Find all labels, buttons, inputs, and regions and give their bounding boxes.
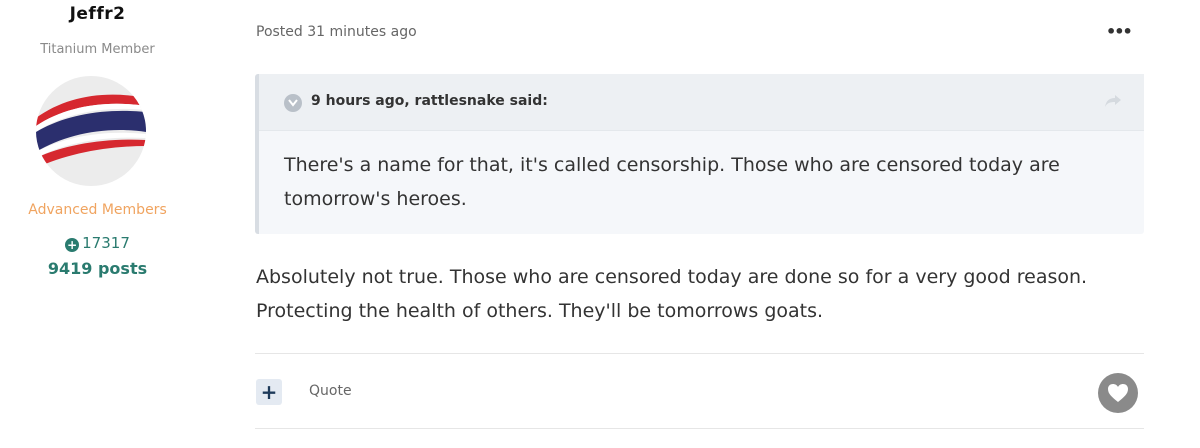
chevron-down-icon[interactable]	[284, 94, 302, 112]
avatar[interactable]	[36, 76, 146, 186]
author-name[interactable]: Jeffr2	[0, 4, 195, 24]
post-count: 9419 posts	[47, 259, 148, 278]
post-timestamp[interactable]: Posted 31 minutes ago	[256, 24, 417, 40]
divider	[255, 428, 1144, 429]
quote-button[interactable]: Quote	[309, 383, 352, 399]
reputation-plus-icon: +	[65, 238, 80, 252]
author-group: Advanced Members	[28, 202, 167, 218]
reputation: +17317	[0, 234, 195, 252]
quote-text: There's a name for that, it's called cen…	[284, 154, 1060, 210]
author-title: Titanium Member	[40, 42, 155, 57]
divider	[255, 353, 1144, 354]
heart-icon[interactable]	[1098, 373, 1138, 413]
reaction-plus-button[interactable]: +	[256, 379, 282, 405]
reputation-count: 17317	[82, 234, 130, 252]
quote-header: 9 hours ago, rattlesnake said:	[259, 74, 1144, 131]
post-body: Absolutely not true. Those who are censo…	[256, 266, 1088, 322]
quote-block: 9 hours ago, rattlesnake said: There's a…	[255, 74, 1144, 234]
quote-citation[interactable]: 9 hours ago, rattlesnake said:	[311, 93, 548, 109]
ellipsis-icon[interactable]: •••	[1106, 22, 1133, 41]
share-arrow-icon[interactable]	[1104, 93, 1122, 112]
